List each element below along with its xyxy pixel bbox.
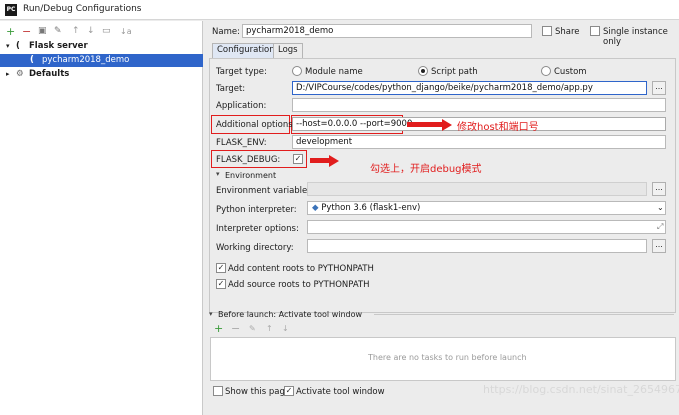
flask-env-label: FLASK_ENV: [216,138,267,148]
tree-item-label: Flask server [29,41,88,51]
sort-button[interactable]: ↓a [120,26,132,37]
arrow-debug-head [329,155,339,167]
expand-arrow-icon[interactable]: ▸ [6,68,10,81]
empty-task-text: There are no tasks to run before launch [368,353,527,362]
application-label: Application: [216,101,267,111]
content-roots-checkbox[interactable]: ✓ [216,263,226,273]
flask-icon: ( [30,55,34,65]
radio-custom[interactable] [541,66,551,76]
annotation-host-port: 修改host和端口号 [457,122,539,133]
flask-env-input[interactable]: development [292,135,666,149]
title-bar: PC Run/Debug Configurations [0,0,679,20]
expand-arrow-icon[interactable]: ▾ [6,40,10,53]
section-divider [374,314,674,315]
python-icon: ◆ [312,203,319,213]
single-instance-checkbox[interactable] [590,26,600,36]
tree-item-flask-server[interactable]: ▾ ( Flask server [0,40,203,53]
folder-button[interactable]: ▭ [102,26,111,37]
config-detail-panel: Name: pycharm2018_demo Share Single inst… [204,21,679,415]
flask-icon: ( [16,41,20,51]
copy-config-button[interactable]: ▣ [38,26,47,37]
edit-task-button[interactable]: ✎ [249,324,256,333]
env-vars-input[interactable] [307,182,647,196]
browse-working-dir-button[interactable]: ... [652,239,666,253]
arrow-debug [310,158,330,163]
radio-script-path[interactable] [418,66,428,76]
config-tree-panel: + − ▣ ✎ ↑ ↓ ▭ ↓a ▾ ( Flask server ( pych… [0,21,203,415]
env-vars-label: Environment variables: [216,186,315,196]
flask-debug-label: FLASK_DEBUG: [216,155,281,165]
browse-target-button[interactable]: ... [652,81,666,95]
name-input[interactable]: pycharm2018_demo [242,24,532,38]
interpreter-select[interactable]: ◆ Python 3.6 (flask1-env) [307,201,666,215]
show-page-checkbox[interactable] [213,386,223,396]
module-name-label: Module name [305,67,363,77]
single-instance-label: Single instance only [603,27,668,47]
defaults-icon: ⚙ [16,69,24,79]
annotation-debug: 勾选上，开启debug模式 [370,164,482,175]
share-label: Share [555,27,580,37]
collapse-before-launch-icon[interactable]: ▾ [209,310,213,318]
move-task-up-button[interactable]: ↑ [266,324,273,333]
tree-item-pycharm2018-demo[interactable]: ( pycharm2018_demo [0,54,203,67]
window-title: Run/Debug Configurations [23,4,142,14]
add-config-button[interactable]: + [6,26,15,37]
remove-config-button[interactable]: − [22,26,31,37]
move-up-button[interactable]: ↑ [72,26,80,37]
working-dir-input[interactable] [307,239,647,253]
tab-logs[interactable]: Logs [273,43,303,58]
watermark-text: https://blog.csdn.net/sinat_26549677 [483,383,679,396]
name-label: Name: [212,27,240,37]
source-roots-checkbox[interactable]: ✓ [216,279,226,289]
source-roots-label: Add source roots to PYTHONPATH [228,280,370,290]
before-launch-title: Before launch: Activate tool window [218,310,363,319]
collapse-environment-icon[interactable]: ▾ [216,170,220,178]
additional-options-label: Additional options: [216,120,296,130]
move-task-down-button[interactable]: ↓ [282,324,289,333]
app-icon: PC [5,4,17,16]
target-label: Target: [216,84,246,94]
tree-item-defaults[interactable]: ▸ ⚙ Defaults [0,68,203,81]
before-launch-task-list[interactable]: There are no tasks to run before launch [210,337,676,381]
working-dir-label: Working directory: [216,243,294,253]
expand-icon[interactable]: ⤢ [657,222,663,232]
tab-configuration[interactable]: Configuration [212,43,280,58]
chevron-down-icon[interactable]: ⌄ [657,203,664,212]
activate-tool-window-checkbox[interactable]: ✓ [284,386,294,396]
browse-env-vars-button[interactable]: ... [652,182,666,196]
interpreter-options-label: Interpreter options: [216,224,299,234]
interpreter-label: Python interpreter: [216,205,297,215]
arrow-host-port [407,122,443,127]
edit-defaults-button[interactable]: ✎ [54,26,62,37]
custom-label: Custom [554,67,587,77]
content-roots-label: Add content roots to PYTHONPATH [228,264,374,274]
target-type-label: Target type: [216,67,267,77]
activate-tool-window-label: Activate tool window [296,387,385,397]
target-input[interactable]: D:/VIPCourse/codes/python_django/beike/p… [292,81,647,95]
move-down-button[interactable]: ↓ [87,26,95,37]
arrow-host-port-head [442,119,452,131]
script-path-label: Script path [431,67,478,77]
application-input[interactable] [292,98,666,112]
tree-item-label: Defaults [29,69,70,79]
radio-module-name[interactable] [292,66,302,76]
interpreter-value: Python 3.6 (flask1-env) [321,203,421,213]
add-task-button[interactable]: + [214,322,223,335]
interpreter-options-input[interactable] [307,220,666,234]
share-checkbox[interactable] [542,26,552,36]
environment-section-title: Environment [225,171,277,180]
flask-debug-checkbox[interactable]: ✓ [293,154,303,164]
remove-task-button[interactable]: − [231,322,240,335]
show-page-label: Show this page [225,387,291,397]
tree-item-label: pycharm2018_demo [42,55,130,65]
